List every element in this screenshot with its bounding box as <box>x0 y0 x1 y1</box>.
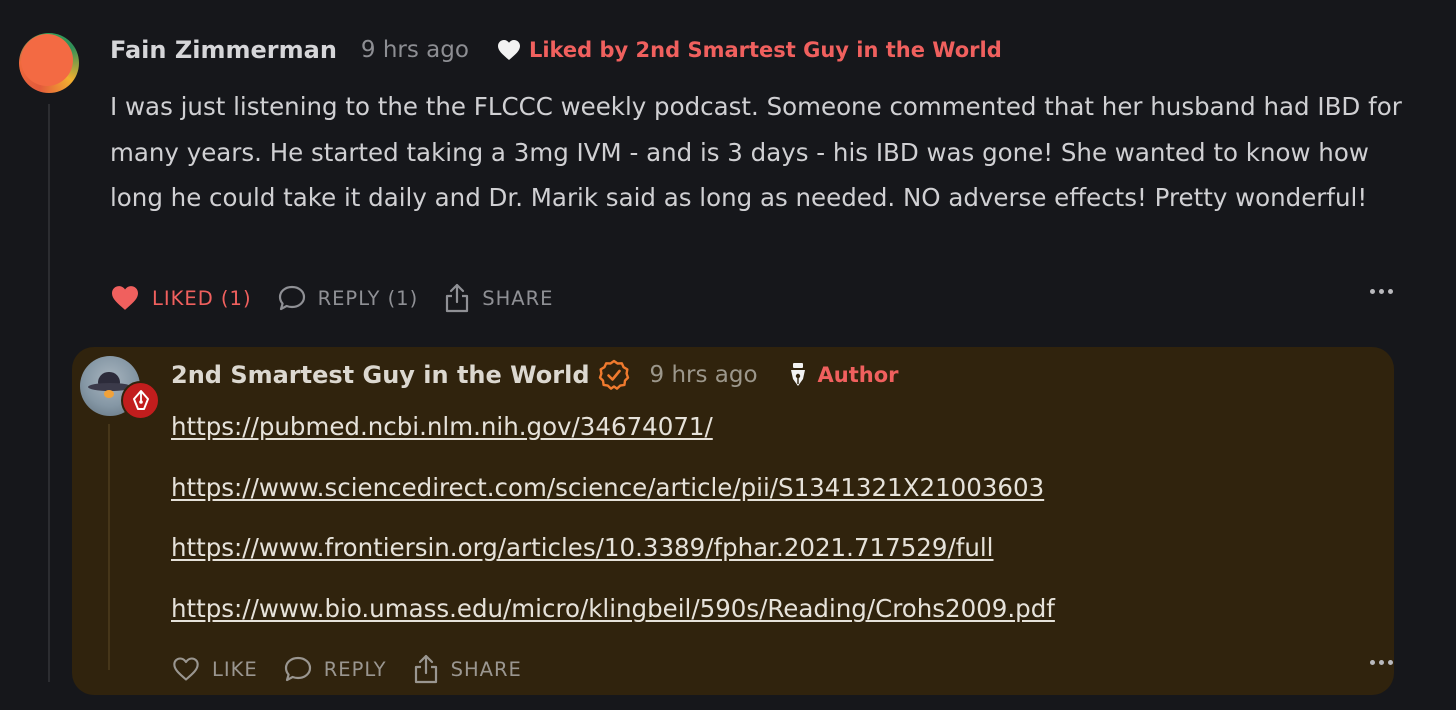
like-label: LIKED (1) <box>152 286 252 310</box>
author-tag-text: Author <box>817 363 899 387</box>
comment-body: I was just listening to the the FLCCC we… <box>110 92 1402 212</box>
reply-button[interactable]: REPLY (1) <box>278 285 419 311</box>
comment-actions: LIKED (1) REPLY (1) SHARE <box>110 281 579 315</box>
verified-check-icon <box>598 359 630 391</box>
reply-like-button[interactable]: LIKE <box>172 656 258 682</box>
share-label: SHARE <box>482 286 554 310</box>
reply-header: 2nd Smartest Guy in the World 9 hrs ago … <box>171 355 899 395</box>
like-button[interactable]: LIKED (1) <box>110 285 252 311</box>
reply-timestamp[interactable]: 9 hrs ago <box>650 362 758 388</box>
comment-thread: Fain Zimmerman 9 hrs ago Liked by 2nd Sm… <box>0 0 1456 710</box>
share-icon <box>414 654 437 684</box>
reply-thread-line[interactable] <box>108 424 110 670</box>
liked-by-indicator: Liked by 2nd Smartest Guy in the World <box>497 38 1002 62</box>
reply-share-label: SHARE <box>450 657 522 681</box>
reply-container <box>72 347 1394 695</box>
heart-icon <box>497 40 520 60</box>
reply-like-label: LIKE <box>212 657 258 681</box>
more-options-button[interactable] <box>1370 289 1393 294</box>
pen-nib-icon <box>132 389 149 410</box>
reply-actions: LIKE REPLY SHARE <box>172 652 548 686</box>
comment-author-name[interactable]: Fain Zimmerman <box>110 36 337 64</box>
fountain-pen-icon <box>790 363 805 386</box>
reply-link-4[interactable]: https://www.bio.umass.edu/micro/klingbei… <box>171 594 1055 623</box>
comment-header: Fain Zimmerman 9 hrs ago Liked by 2nd Sm… <box>110 30 1002 70</box>
author-tag: Author <box>788 362 899 388</box>
comment-timestamp[interactable]: 9 hrs ago <box>361 37 469 63</box>
reply-link-1[interactable]: https://pubmed.ncbi.nlm.nih.gov/34674071… <box>171 412 713 441</box>
reply-reply-label: REPLY <box>323 657 387 681</box>
speech-bubble-icon <box>284 656 311 682</box>
speech-bubble-icon <box>278 285 305 311</box>
author-badge <box>121 381 160 420</box>
heart-filled-icon <box>112 286 138 310</box>
reply-label: REPLY (1) <box>317 286 419 310</box>
liked-by-text: Liked by 2nd Smartest Guy in the World <box>528 38 1002 62</box>
share-button[interactable]: SHARE <box>444 283 553 313</box>
reply-reply-button[interactable]: REPLY <box>284 656 387 682</box>
share-icon <box>446 283 469 313</box>
reply-link-2[interactable]: https://www.sciencedirect.com/science/ar… <box>171 473 1044 502</box>
reply-share-button[interactable]: SHARE <box>413 654 522 684</box>
avatar[interactable] <box>19 33 79 93</box>
reply-author-name[interactable]: 2nd Smartest Guy in the World <box>171 361 590 389</box>
reply-link-3[interactable]: https://www.frontiersin.org/articles/10.… <box>171 533 994 562</box>
thread-line[interactable] <box>48 104 50 682</box>
reply-more-options-button[interactable] <box>1370 660 1393 665</box>
heart-outline-icon <box>173 657 199 681</box>
